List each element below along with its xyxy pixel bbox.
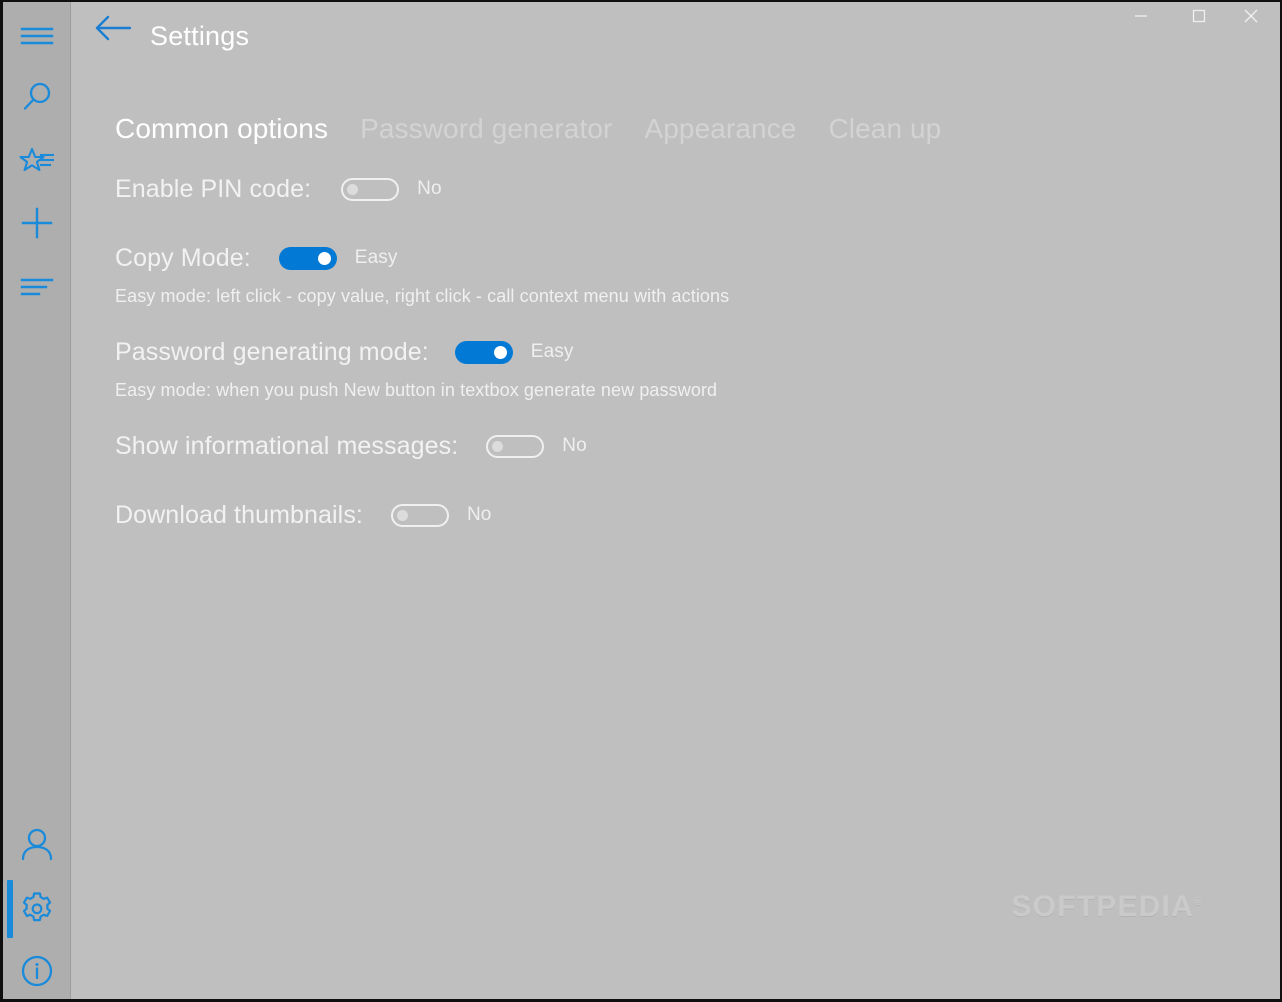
sidebar-rail	[3, 2, 71, 999]
toggle-knob	[493, 345, 507, 359]
search-icon	[20, 80, 54, 114]
setting-value: No	[466, 504, 492, 525]
plus-icon	[20, 206, 54, 240]
application-window: Settings Common options Password generat…	[0, 0, 1282, 1002]
toggle-password-generating-mode[interactable]	[454, 340, 513, 364]
setting-value: Easy	[530, 341, 574, 362]
toggle-knob	[396, 509, 408, 521]
toggle-knob	[347, 183, 359, 195]
star-list-icon	[19, 145, 55, 175]
setting-label: Enable PIN code:	[115, 175, 312, 203]
hamburger-menu-icon	[20, 25, 54, 47]
sidebar-item-menu[interactable]	[3, 7, 71, 65]
sort-list-icon	[20, 275, 54, 297]
setting-value: No	[562, 435, 587, 456]
sidebar-item-search[interactable]	[3, 68, 71, 126]
info-circle-icon	[19, 953, 55, 989]
sidebar-item-sort[interactable]	[3, 257, 71, 315]
maximize-icon	[1192, 9, 1206, 28]
setting-download-thumbnails: Download thumbnails: No	[115, 500, 491, 530]
minimize-icon	[1134, 9, 1148, 28]
setting-label: Download thumbnails:	[115, 501, 363, 529]
setting-label: Password generating mode:	[115, 338, 429, 366]
sidebar-item-about[interactable]	[3, 942, 71, 1000]
setting-label: Copy Mode:	[115, 244, 251, 272]
setting-hint-password-generating-mode: Easy mode: when you push New button in t…	[115, 380, 718, 400]
settings-tab-strip: Common options Password generator Appear…	[115, 112, 941, 146]
toggle-knob	[317, 251, 331, 265]
tab-clean-up[interactable]: Clean up	[828, 112, 941, 146]
back-button[interactable]	[90, 12, 136, 48]
back-arrow-icon	[92, 14, 134, 47]
toggle-enable-pin-code[interactable]	[341, 177, 400, 201]
setting-value: Easy	[354, 247, 398, 268]
page-title: Settings	[150, 21, 250, 51]
title-bar: Settings	[72, 2, 1280, 51]
toggle-copy-mode[interactable]	[278, 246, 337, 270]
setting-show-informational-messages: Show informational messages: No	[115, 431, 587, 461]
toggle-show-informational-messages[interactable]	[486, 434, 545, 458]
sidebar-item-settings[interactable]	[3, 880, 71, 938]
setting-hint-copy-mode: Easy mode: left click - copy value, righ…	[115, 286, 730, 306]
maximize-button[interactable]	[1176, 2, 1222, 34]
sidebar-item-favorites[interactable]	[3, 131, 71, 189]
setting-copy-mode: Copy Mode: Easy	[115, 243, 397, 273]
watermark-registered-mark: ®	[1193, 896, 1202, 908]
gear-icon	[18, 890, 56, 928]
tab-password-generator[interactable]: Password generator	[360, 112, 612, 146]
close-icon	[1243, 8, 1259, 29]
tab-appearance[interactable]: Appearance	[644, 112, 796, 146]
setting-label: Show informational messages:	[115, 432, 459, 460]
setting-value: No	[417, 178, 442, 199]
setting-enable-pin-code: Enable PIN code: No	[115, 174, 442, 204]
close-button[interactable]	[1228, 2, 1274, 34]
content-pane: Settings Common options Password generat…	[72, 2, 1280, 999]
toggle-download-thumbnails[interactable]	[390, 503, 449, 527]
tab-common-options[interactable]: Common options	[115, 112, 328, 146]
watermark-text: SOFTPEDIA	[1011, 890, 1194, 923]
setting-password-generating-mode: Password generating mode: Easy	[115, 337, 573, 367]
minimize-button[interactable]	[1118, 2, 1164, 34]
person-icon	[19, 827, 55, 863]
toggle-knob	[492, 440, 504, 452]
softpedia-watermark: SOFTPEDIA®	[1011, 890, 1202, 924]
sidebar-item-add[interactable]	[3, 194, 71, 252]
sidebar-item-account[interactable]	[3, 816, 71, 874]
